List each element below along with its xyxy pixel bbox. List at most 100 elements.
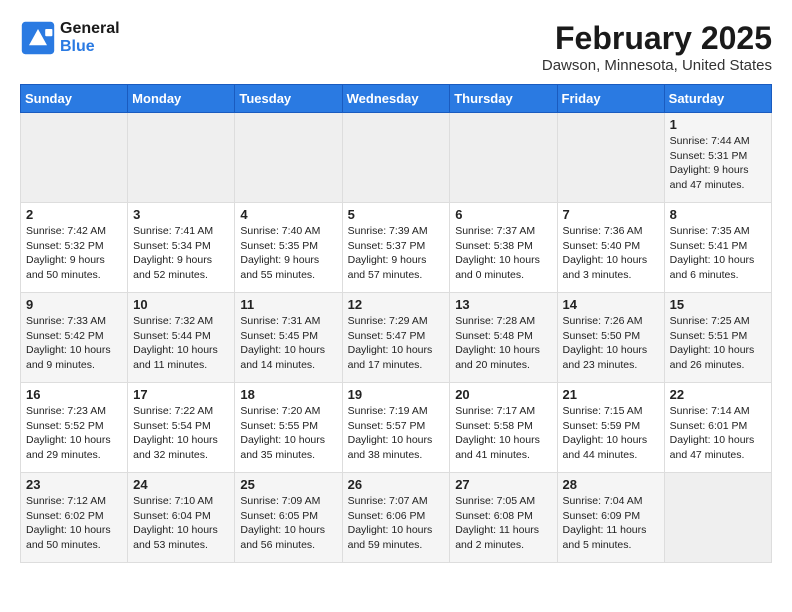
day-number: 5 (348, 207, 445, 222)
day-info: Sunrise: 7:41 AM Sunset: 5:34 PM Dayligh… (133, 224, 229, 283)
day-number: 23 (26, 477, 122, 492)
day-number: 16 (26, 387, 122, 402)
day-cell: 25 Sunrise: 7:09 AM Sunset: 6:05 PM Dayli… (235, 473, 342, 563)
day-number: 6 (455, 207, 551, 222)
day-number: 13 (455, 297, 551, 312)
day-number: 18 (240, 387, 336, 402)
day-info: Sunrise: 7:40 AM Sunset: 5:35 PM Dayligh… (240, 224, 336, 283)
location-title: Dawson, Minnesota, United States (542, 57, 772, 74)
day-cell (557, 113, 664, 203)
day-cell: 13 Sunrise: 7:28 AM Sunset: 5:48 PM Dayli… (450, 293, 557, 383)
day-number: 10 (133, 297, 229, 312)
day-number: 12 (348, 297, 445, 312)
day-cell: 16 Sunrise: 7:23 AM Sunset: 5:52 PM Dayli… (21, 383, 128, 473)
day-info: Sunrise: 7:33 AM Sunset: 5:42 PM Dayligh… (26, 314, 122, 373)
day-cell: 20Sunrise: 7:17 AM Sunset: 5:58 PM Dayli… (450, 383, 557, 473)
day-cell: 21 Sunrise: 7:15 AM Sunset: 5:59 PM Dayli… (557, 383, 664, 473)
day-cell: 11Sunrise: 7:31 AM Sunset: 5:45 PM Dayli… (235, 293, 342, 383)
day-info: Sunrise: 7:42 AM Sunset: 5:32 PM Dayligh… (26, 224, 122, 283)
day-info: Sunrise: 7:26 AM Sunset: 5:50 PM Dayligh… (563, 314, 659, 373)
day-info: Sunrise: 7:44 AM Sunset: 5:31 PM Dayligh… (670, 134, 766, 193)
header-thursday: Thursday (450, 85, 557, 113)
day-number: 21 (563, 387, 659, 402)
day-number: 3 (133, 207, 229, 222)
day-number: 17 (133, 387, 229, 402)
header-row: SundayMondayTuesdayWednesdayThursdayFrid… (21, 85, 772, 113)
day-cell: 26 Sunrise: 7:07 AM Sunset: 6:06 PM Dayli… (342, 473, 450, 563)
day-info: Sunrise: 7:04 AM Sunset: 6:09 PM Dayligh… (563, 494, 659, 553)
title-area: February 2025 Dawson, Minnesota, United … (542, 20, 772, 74)
day-info: Sunrise: 7:12 AM Sunset: 6:02 PM Dayligh… (26, 494, 122, 553)
day-cell: 22 Sunrise: 7:14 AM Sunset: 6:01 PM Dayli… (664, 383, 771, 473)
day-cell: 23 Sunrise: 7:12 AM Sunset: 6:02 PM Dayli… (21, 473, 128, 563)
day-cell: 8 Sunrise: 7:35 AM Sunset: 5:41 PM Daylig… (664, 203, 771, 293)
day-cell: 5 Sunrise: 7:39 AM Sunset: 5:37 PM Daylig… (342, 203, 450, 293)
month-title: February 2025 (542, 20, 772, 57)
week-row-1: 1 Sunrise: 7:44 AM Sunset: 5:31 PM Daylig… (21, 113, 772, 203)
day-info: Sunrise: 7:35 AM Sunset: 5:41 PM Dayligh… (670, 224, 766, 283)
day-cell: 28 Sunrise: 7:04 AM Sunset: 6:09 PM Dayli… (557, 473, 664, 563)
day-info: Sunrise: 7:25 AM Sunset: 5:51 PM Dayligh… (670, 314, 766, 373)
day-cell: 19 Sunrise: 7:19 AM Sunset: 5:57 PM Dayli… (342, 383, 450, 473)
day-info: Sunrise: 7:36 AM Sunset: 5:40 PM Dayligh… (563, 224, 659, 283)
day-info: Sunrise: 7:29 AM Sunset: 5:47 PM Dayligh… (348, 314, 445, 373)
day-cell: 15 Sunrise: 7:25 AM Sunset: 5:51 PM Dayli… (664, 293, 771, 383)
day-info: Sunrise: 7:31 AM Sunset: 5:45 PM Dayligh… (240, 314, 336, 373)
day-cell: 17 Sunrise: 7:22 AM Sunset: 5:54 PM Dayli… (128, 383, 235, 473)
day-cell (342, 113, 450, 203)
day-number: 24 (133, 477, 229, 492)
day-info: Sunrise: 7:22 AM Sunset: 5:54 PM Dayligh… (133, 404, 229, 463)
week-row-5: 23 Sunrise: 7:12 AM Sunset: 6:02 PM Dayli… (21, 473, 772, 563)
day-number: 1 (670, 117, 766, 132)
day-number: 2 (26, 207, 122, 222)
week-row-2: 2 Sunrise: 7:42 AM Sunset: 5:32 PM Daylig… (21, 203, 772, 293)
day-info: Sunrise: 7:19 AM Sunset: 5:57 PM Dayligh… (348, 404, 445, 463)
day-number: 27 (455, 477, 551, 492)
day-cell: 24 Sunrise: 7:10 AM Sunset: 6:04 PM Dayli… (128, 473, 235, 563)
day-info: Sunrise: 7:07 AM Sunset: 6:06 PM Dayligh… (348, 494, 445, 553)
day-number: 4 (240, 207, 336, 222)
week-row-3: 9 Sunrise: 7:33 AM Sunset: 5:42 PM Daylig… (21, 293, 772, 383)
day-number: 26 (348, 477, 445, 492)
header-friday: Friday (557, 85, 664, 113)
day-number: 8 (670, 207, 766, 222)
page-header: General Blue February 2025 Dawson, Minne… (20, 20, 772, 74)
day-number: 20 (455, 387, 551, 402)
day-cell: 27 Sunrise: 7:05 AM Sunset: 6:08 PM Dayli… (450, 473, 557, 563)
day-info: Sunrise: 7:14 AM Sunset: 6:01 PM Dayligh… (670, 404, 766, 463)
day-info: Sunrise: 7:10 AM Sunset: 6:04 PM Dayligh… (133, 494, 229, 553)
day-number: 25 (240, 477, 336, 492)
day-cell: 3 Sunrise: 7:41 AM Sunset: 5:34 PM Daylig… (128, 203, 235, 293)
day-cell: 10 Sunrise: 7:32 AM Sunset: 5:44 PM Dayli… (128, 293, 235, 383)
day-number: 7 (563, 207, 659, 222)
day-number: 22 (670, 387, 766, 402)
day-cell (21, 113, 128, 203)
day-info: Sunrise: 7:20 AM Sunset: 5:55 PM Dayligh… (240, 404, 336, 463)
day-info: Sunrise: 7:23 AM Sunset: 5:52 PM Dayligh… (26, 404, 122, 463)
day-cell (128, 113, 235, 203)
logo-icon (20, 20, 56, 56)
day-info: Sunrise: 7:09 AM Sunset: 6:05 PM Dayligh… (240, 494, 336, 553)
day-cell (235, 113, 342, 203)
day-cell (450, 113, 557, 203)
header-tuesday: Tuesday (235, 85, 342, 113)
day-number: 19 (348, 387, 445, 402)
day-number: 9 (26, 297, 122, 312)
day-number: 28 (563, 477, 659, 492)
header-saturday: Saturday (664, 85, 771, 113)
day-cell: 6 Sunrise: 7:37 AM Sunset: 5:38 PM Daylig… (450, 203, 557, 293)
day-number: 15 (670, 297, 766, 312)
day-cell: 9 Sunrise: 7:33 AM Sunset: 5:42 PM Daylig… (21, 293, 128, 383)
day-info: Sunrise: 7:15 AM Sunset: 5:59 PM Dayligh… (563, 404, 659, 463)
calendar: SundayMondayTuesdayWednesdayThursdayFrid… (20, 84, 772, 563)
day-info: Sunrise: 7:32 AM Sunset: 5:44 PM Dayligh… (133, 314, 229, 373)
day-info: Sunrise: 7:39 AM Sunset: 5:37 PM Dayligh… (348, 224, 445, 283)
day-cell: 1 Sunrise: 7:44 AM Sunset: 5:31 PM Daylig… (664, 113, 771, 203)
day-cell (664, 473, 771, 563)
day-info: Sunrise: 7:28 AM Sunset: 5:48 PM Dayligh… (455, 314, 551, 373)
day-info: Sunrise: 7:37 AM Sunset: 5:38 PM Dayligh… (455, 224, 551, 283)
week-row-4: 16 Sunrise: 7:23 AM Sunset: 5:52 PM Dayli… (21, 383, 772, 473)
day-info: Sunrise: 7:05 AM Sunset: 6:08 PM Dayligh… (455, 494, 551, 553)
day-cell: 4 Sunrise: 7:40 AM Sunset: 5:35 PM Daylig… (235, 203, 342, 293)
day-number: 14 (563, 297, 659, 312)
